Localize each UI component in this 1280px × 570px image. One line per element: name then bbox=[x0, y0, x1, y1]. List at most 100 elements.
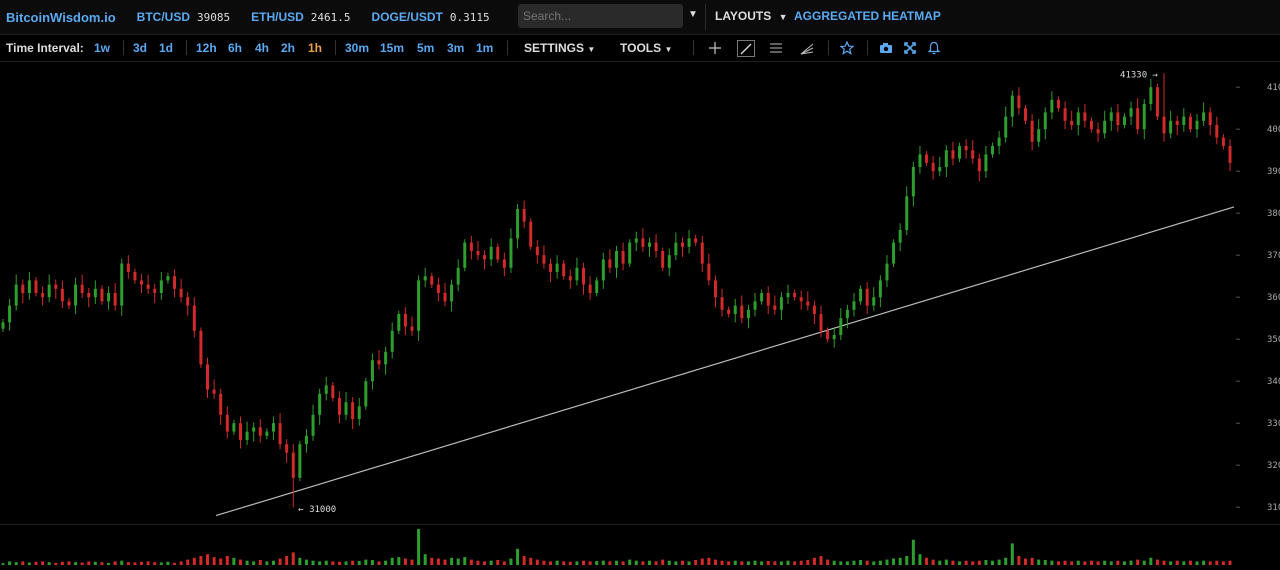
candle-body bbox=[852, 301, 856, 310]
candle-body bbox=[1063, 108, 1067, 121]
candle-body bbox=[964, 146, 968, 151]
ticker-btc[interactable]: BTC/USD 39085 bbox=[137, 10, 230, 24]
interval-15m[interactable]: 15m bbox=[380, 41, 404, 55]
interval-4h[interactable]: 4h bbox=[255, 41, 269, 55]
candle-body bbox=[1083, 112, 1087, 121]
candle-body bbox=[397, 314, 401, 331]
candle-body bbox=[911, 167, 915, 197]
volume-bar bbox=[958, 561, 962, 565]
candle-body bbox=[984, 154, 988, 172]
star-icon[interactable] bbox=[839, 40, 855, 56]
volume-bar bbox=[1162, 560, 1166, 565]
volume-bar bbox=[120, 560, 124, 565]
candle-body bbox=[1136, 108, 1140, 130]
volume-bar bbox=[1155, 559, 1159, 565]
ticker-symbol[interactable]: ETH/USD bbox=[251, 10, 304, 24]
volume-bar bbox=[1070, 561, 1074, 565]
ticker-doge[interactable]: DOGE/USDT 0.3115 bbox=[372, 10, 490, 24]
tools-menu[interactable]: TOOLS ▼ bbox=[620, 41, 672, 55]
interval-1w[interactable]: 1w bbox=[94, 41, 110, 55]
volume-bar bbox=[278, 558, 282, 565]
candle-body bbox=[390, 330, 394, 352]
fan-icon[interactable] bbox=[799, 40, 815, 56]
ticker-eth[interactable]: ETH/USD 2461.5 bbox=[251, 10, 350, 24]
candle-body bbox=[456, 267, 460, 285]
price-chart[interactable]: 410 400 390 380 370 360 350 340 330 320 310 41330 →… bbox=[0, 62, 1280, 524]
volume-bar bbox=[634, 560, 638, 565]
volume-bar bbox=[357, 561, 361, 565]
ticker-symbol[interactable]: BTC/USD bbox=[137, 10, 190, 24]
candle-body bbox=[733, 305, 737, 314]
interval-3d[interactable]: 3d bbox=[133, 41, 147, 55]
volume-bar bbox=[885, 559, 889, 565]
volume-bar bbox=[740, 561, 744, 565]
candle-body bbox=[430, 276, 434, 285]
volume-bar bbox=[859, 559, 863, 565]
candle-body bbox=[951, 150, 955, 159]
interval-1d[interactable]: 1d bbox=[159, 41, 173, 55]
candle-body bbox=[34, 280, 38, 293]
volume-panel[interactable] bbox=[0, 524, 1280, 565]
trendline[interactable] bbox=[215, 206, 1235, 517]
interval-1m[interactable]: 1m bbox=[476, 41, 493, 55]
volume-bar bbox=[1208, 561, 1212, 565]
candle-body bbox=[1195, 120, 1199, 130]
candle-body bbox=[285, 444, 289, 453]
candle-body bbox=[918, 154, 922, 167]
candle-body bbox=[219, 393, 223, 415]
volume-bar bbox=[146, 561, 150, 565]
interval-5m[interactable]: 5m bbox=[417, 41, 434, 55]
candle-body bbox=[1, 322, 5, 329]
aggregated-heatmap-link[interactable]: AGGREGATED HEATMAP bbox=[794, 9, 941, 23]
logo[interactable]: BitcoinWisdom.io bbox=[6, 10, 116, 25]
volume-bar bbox=[549, 561, 553, 565]
fullscreen-icon[interactable] bbox=[902, 40, 918, 56]
candle-body bbox=[760, 293, 764, 302]
candle-body bbox=[1202, 112, 1206, 121]
volume-bar bbox=[1063, 560, 1067, 565]
volume-bar bbox=[1202, 560, 1206, 565]
toolbar: Time Interval: 1w 3d 1d 12h 6h 4h 2h 1h … bbox=[0, 35, 1280, 62]
camera-icon[interactable] bbox=[878, 40, 894, 56]
interval-2h[interactable]: 2h bbox=[281, 41, 295, 55]
candle-body bbox=[186, 297, 190, 306]
volume-bar bbox=[892, 558, 896, 565]
horizontal-lines-icon[interactable] bbox=[768, 40, 784, 56]
interval-30m[interactable]: 30m bbox=[345, 41, 369, 55]
candle-body bbox=[258, 427, 262, 436]
interval-1h[interactable]: 1h bbox=[308, 41, 322, 55]
candle-body bbox=[588, 284, 592, 293]
chevron-down-icon[interactable]: ▼ bbox=[688, 9, 698, 20]
candle-body bbox=[54, 284, 58, 289]
volume-bar bbox=[793, 561, 797, 565]
candle-body bbox=[878, 280, 882, 298]
bell-icon[interactable] bbox=[926, 40, 942, 56]
candlestick-chart[interactable]: 410 400 390 380 370 360 350 340 330 320 310 41330 →… bbox=[0, 62, 1280, 524]
candle-body bbox=[898, 230, 902, 243]
volume-bar bbox=[1076, 560, 1080, 565]
divider bbox=[705, 4, 706, 30]
candle-body bbox=[931, 162, 935, 172]
layouts-menu[interactable]: LAYOUTS ▼ bbox=[715, 9, 788, 23]
interval-6h[interactable]: 6h bbox=[228, 41, 242, 55]
search-input[interactable] bbox=[518, 4, 680, 28]
candle-body bbox=[80, 284, 84, 293]
volume-bar bbox=[832, 560, 836, 565]
candle-body bbox=[502, 259, 506, 268]
volume-bar bbox=[786, 560, 790, 565]
trendline-icon[interactable] bbox=[737, 40, 755, 57]
chevron-down-icon: ▼ bbox=[587, 45, 596, 54]
crosshair-icon[interactable] bbox=[707, 40, 723, 56]
candle-body bbox=[1208, 112, 1212, 125]
candle-body bbox=[133, 272, 137, 281]
volume-bar bbox=[186, 559, 190, 565]
interval-12h[interactable]: 12h bbox=[196, 41, 217, 55]
candle-body bbox=[1076, 112, 1080, 125]
ticker-symbol[interactable]: DOGE/USDT bbox=[372, 10, 443, 24]
interval-3m[interactable]: 3m bbox=[447, 41, 464, 55]
candle-body bbox=[1050, 99, 1054, 113]
settings-menu[interactable]: SETTINGS ▼ bbox=[524, 41, 595, 55]
candle-body bbox=[74, 284, 78, 306]
volume-bar bbox=[839, 561, 843, 565]
volume-bar bbox=[766, 561, 770, 565]
